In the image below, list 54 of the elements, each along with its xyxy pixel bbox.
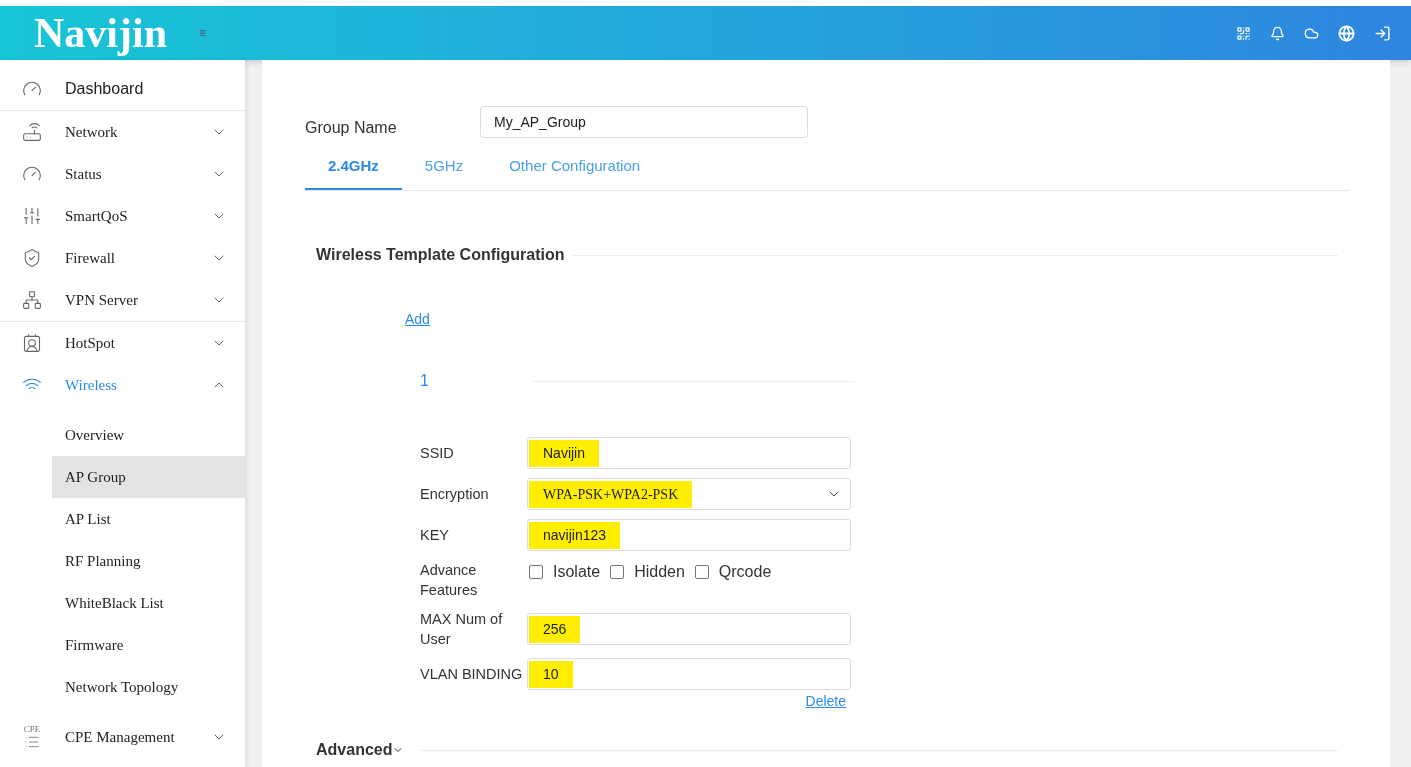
field-label: MAX Num of User bbox=[420, 610, 504, 649]
input-field[interactable]: My_AP_Group bbox=[480, 106, 808, 138]
template-number: 1 bbox=[420, 371, 430, 391]
sidebar-item[interactable]: VPN Server bbox=[0, 279, 245, 321]
section-title: Wireless Template Configuration bbox=[316, 245, 565, 265]
delete-link[interactable]: Delete bbox=[805, 691, 846, 712]
submenu-item[interactable]: RF Planning bbox=[52, 540, 245, 582]
checkbox[interactable]: Hidden bbox=[610, 560, 685, 584]
submenu-item[interactable]: Overview bbox=[52, 414, 245, 456]
sidebar-item[interactable]: Firewall bbox=[0, 237, 245, 279]
sidebar-item[interactable]: Status bbox=[0, 153, 245, 195]
submenu-item[interactable]: WhiteBlack List bbox=[52, 582, 245, 624]
checkbox[interactable]: Qrcode bbox=[694, 560, 772, 584]
contact-card-icon bbox=[22, 333, 42, 353]
sidebar-item[interactable]: Wireless bbox=[0, 364, 245, 406]
bell-icon[interactable] bbox=[1270, 25, 1285, 41]
sidebar-item[interactable]: CPE CPE Management bbox=[0, 716, 245, 758]
sidebar-item[interactable]: Network bbox=[0, 111, 245, 153]
field-value: navijin123 bbox=[529, 521, 621, 549]
logo: Navijin bbox=[34, 12, 167, 54]
field-label: SSID bbox=[420, 444, 455, 463]
sidebar-item[interactable]: HotSpot bbox=[0, 322, 245, 364]
sidebar-item[interactable]: SmartQoS bbox=[0, 195, 245, 237]
logout-icon[interactable] bbox=[1374, 24, 1391, 42]
cloud-icon[interactable] bbox=[1304, 25, 1319, 41]
input-field[interactable]: Navijin bbox=[527, 437, 851, 469]
submenu-item[interactable]: Firmware bbox=[52, 624, 245, 666]
shield-icon bbox=[22, 248, 42, 268]
field-label: VLAN BINDING bbox=[420, 665, 524, 684]
input-field[interactable]: 256 bbox=[527, 613, 851, 645]
field-value: 10 bbox=[529, 660, 573, 688]
sidebar-item[interactable]: Dashboard bbox=[0, 68, 245, 110]
field-label: Encryption bbox=[420, 485, 490, 504]
input-field[interactable]: navijin123 bbox=[527, 519, 851, 551]
network-icon bbox=[22, 290, 42, 310]
advanced-toggle[interactable]: Advanced bbox=[316, 738, 405, 762]
submenu-item[interactable]: AP List bbox=[52, 498, 245, 540]
qr-code-icon[interactable] bbox=[1236, 25, 1251, 41]
add-link[interactable]: Add bbox=[405, 311, 430, 327]
checkbox[interactable]: Isolate bbox=[529, 560, 601, 584]
sliders-icon bbox=[22, 206, 42, 226]
dropdown-field[interactable]: WPA-PSK+WPA2-PSK bbox=[527, 478, 851, 510]
tab[interactable]: 2.4GHz bbox=[305, 144, 402, 190]
selected-value: WPA-PSK+WPA2-PSK bbox=[529, 480, 693, 508]
field-value: 256 bbox=[529, 615, 581, 643]
field-label: Group Name bbox=[305, 118, 398, 138]
field-label: Advance Features bbox=[420, 561, 479, 600]
field-label: KEY bbox=[420, 526, 450, 545]
globe-icon[interactable] bbox=[1338, 24, 1355, 42]
router-icon bbox=[22, 122, 42, 142]
field-value: Navijin bbox=[529, 439, 599, 467]
input-field[interactable]: 10 bbox=[527, 658, 851, 690]
submenu-item[interactable]: AP Group bbox=[52, 456, 245, 498]
submenu-item[interactable]: Network Topology bbox=[52, 666, 245, 708]
